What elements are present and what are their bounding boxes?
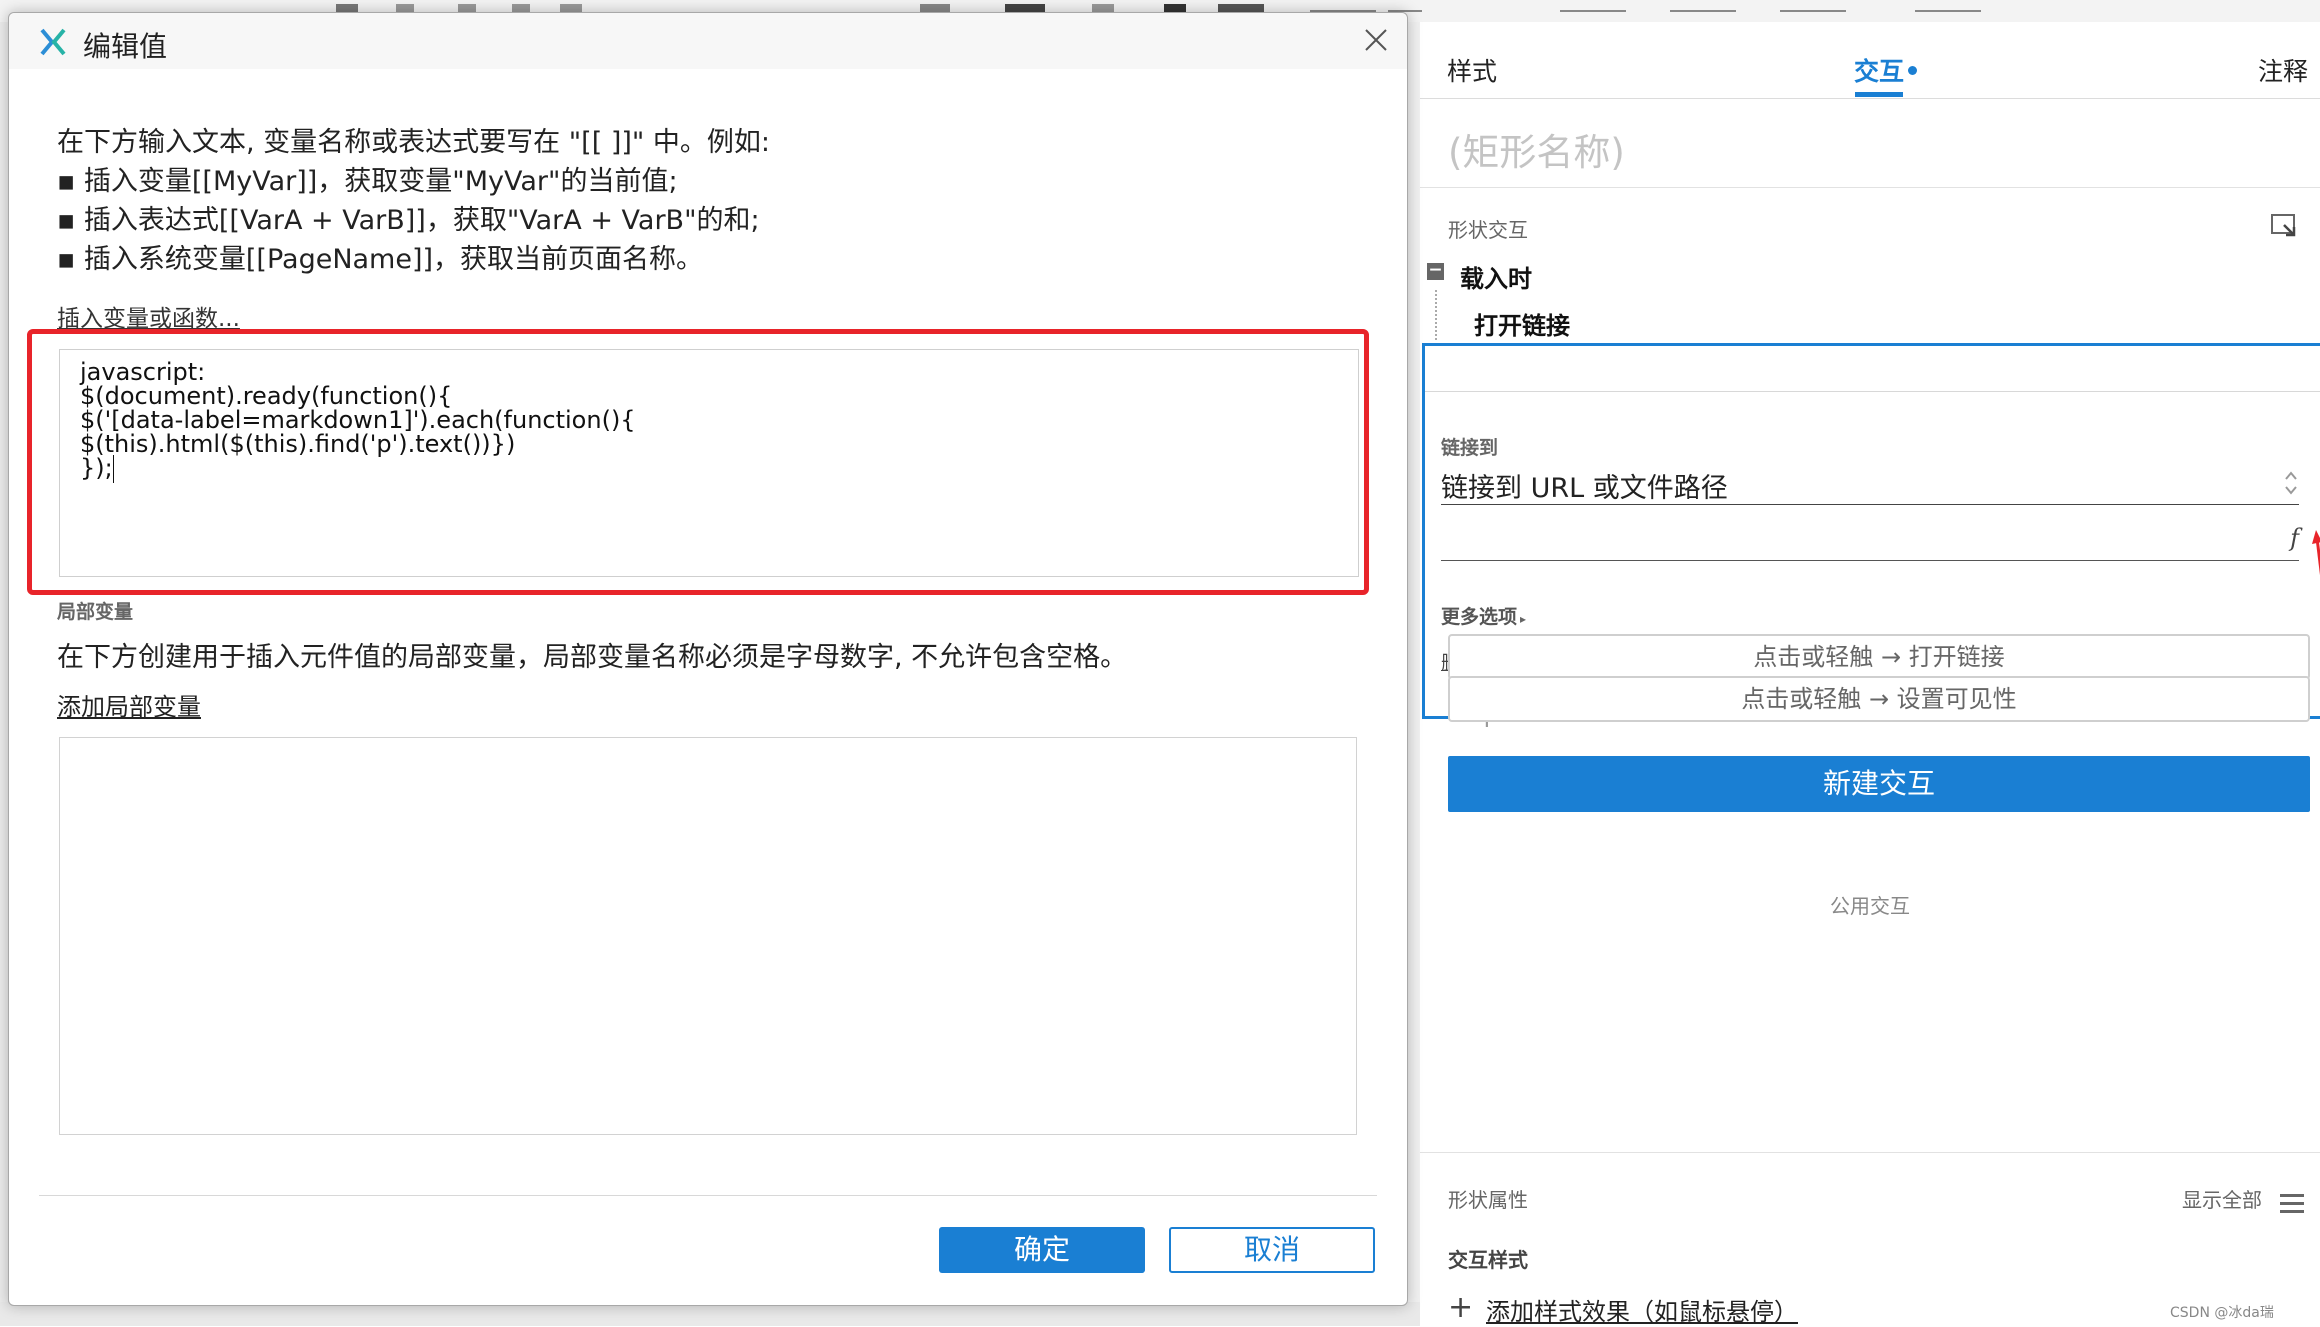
- tab-interactions-label: 交互: [1854, 57, 1905, 86]
- menu-icon[interactable]: [2280, 1194, 2304, 1214]
- add-local-variable-link[interactable]: 添加局部变量: [57, 687, 201, 722]
- app-logo-icon: [40, 28, 66, 56]
- red-arrow-annotation-icon: [2312, 530, 2320, 576]
- local-variables-heading: 局部变量: [57, 601, 134, 623]
- red-highlight-annotation: [27, 329, 1369, 595]
- toolbar-field[interactable]: [1780, 10, 1846, 12]
- inspector-tabs: 样式 交互 注释: [1420, 22, 2320, 99]
- shape-properties-label: 形状属性: [1448, 1188, 1528, 1212]
- close-icon[interactable]: [1363, 27, 1389, 53]
- watermark: CSDN @冰da瑞: [2170, 1305, 2274, 1321]
- show-all-link[interactable]: 显示全部: [2182, 1184, 2262, 1213]
- common-interaction-open-link[interactable]: 点击或轻触 → 打开链接: [1448, 634, 2310, 680]
- inspector-panel: 样式 交互 注释 (矩形名称) 形状交互 − 载入时 打开链接 链接到 链接到 …: [1420, 22, 2320, 1326]
- toolbar-field[interactable]: [1915, 10, 1981, 12]
- more-options-label: 更多选项: [1441, 606, 1518, 628]
- common-interaction-set-visibility[interactable]: 点击或轻触 → 设置可见性: [1448, 676, 2310, 722]
- local-variables-description: 在下方创建用于插入元件值的局部变量，局部变量名称必须是字母数字, 不允许包含空格…: [57, 642, 1128, 673]
- toolbar-field[interactable]: [1560, 10, 1626, 12]
- tab-interactions[interactable]: 交互: [1854, 52, 1918, 88]
- toolbar-field[interactable]: [1670, 10, 1736, 12]
- interaction-style-label: 交互样式: [1448, 1248, 1528, 1272]
- edit-value-dialog: 编辑值 在下方输入文本, 变量名称或表达式要写在 "[[ ]]" 中。例如: ▪…: [8, 12, 1408, 1306]
- local-variables-list[interactable]: [59, 737, 1357, 1135]
- widget-name-input[interactable]: (矩形名称): [1448, 122, 1625, 176]
- instruction-line: ▪ 插入系统变量[[PageName]]，获取当前页面名称。: [57, 244, 704, 275]
- dialog-titlebar[interactable]: 编辑值: [9, 13, 1407, 69]
- event-label[interactable]: 载入时: [1460, 259, 1532, 294]
- shape-interactions-label: 形状交互: [1448, 218, 1528, 242]
- insert-variable-link[interactable]: 插入变量或函数...: [57, 299, 240, 333]
- tree-connector: [1435, 290, 1437, 340]
- tab-style[interactable]: 样式: [1447, 52, 1497, 88]
- url-input[interactable]: f: [1441, 510, 2299, 561]
- expand-icon[interactable]: [2271, 214, 2297, 238]
- common-interactions-label: 公用交互: [1830, 894, 1910, 918]
- triangle-right-icon: ▸: [1520, 612, 1527, 626]
- dialog-title: 编辑值: [83, 30, 168, 63]
- instruction-line: ▪ 插入变量[[MyVar]]，获取变量"MyVar"的当前值;: [57, 166, 678, 197]
- more-options-toggle[interactable]: 更多选项 ▸: [1441, 602, 1526, 629]
- link-to-label: 链接到: [1441, 437, 1499, 459]
- select-arrows-icon: [2285, 471, 2297, 495]
- tab-notes[interactable]: 注释: [2258, 52, 2308, 88]
- instruction-line: ▪ 插入表达式[[VarA + VarB]]，获取"VarA + VarB"的和…: [57, 205, 760, 236]
- ok-button[interactable]: 确定: [939, 1227, 1145, 1273]
- link-target-select[interactable]: 链接到 URL 或文件路径: [1441, 466, 2299, 505]
- action-label[interactable]: 打开链接: [1474, 306, 1570, 341]
- divider: [1425, 391, 2320, 392]
- add-style-effect-link[interactable]: 添加样式效果（如鼠标悬停）: [1486, 1292, 1798, 1327]
- active-tab-indicator: [1855, 92, 1903, 97]
- cancel-button[interactable]: 取消: [1169, 1227, 1375, 1273]
- collapse-icon[interactable]: −: [1427, 262, 1444, 280]
- link-target-value: 链接到 URL 或文件路径: [1441, 473, 1728, 504]
- instruction-line: 在下方输入文本, 变量名称或表达式要写在 "[[ ]]" 中。例如:: [57, 127, 770, 158]
- divider: [39, 1195, 1377, 1196]
- instructions: 在下方输入文本, 变量名称或表达式要写在 "[[ ]]" 中。例如: ▪ 插入变…: [57, 123, 770, 279]
- plus-icon[interactable]: +: [1448, 1290, 1473, 1325]
- new-interaction-button[interactable]: 新建交互: [1448, 756, 2310, 812]
- fx-icon[interactable]: f: [2290, 524, 2299, 552]
- divider: [1420, 1152, 2320, 1153]
- divider: [1420, 187, 2320, 188]
- active-dot-icon: [1908, 65, 1918, 75]
